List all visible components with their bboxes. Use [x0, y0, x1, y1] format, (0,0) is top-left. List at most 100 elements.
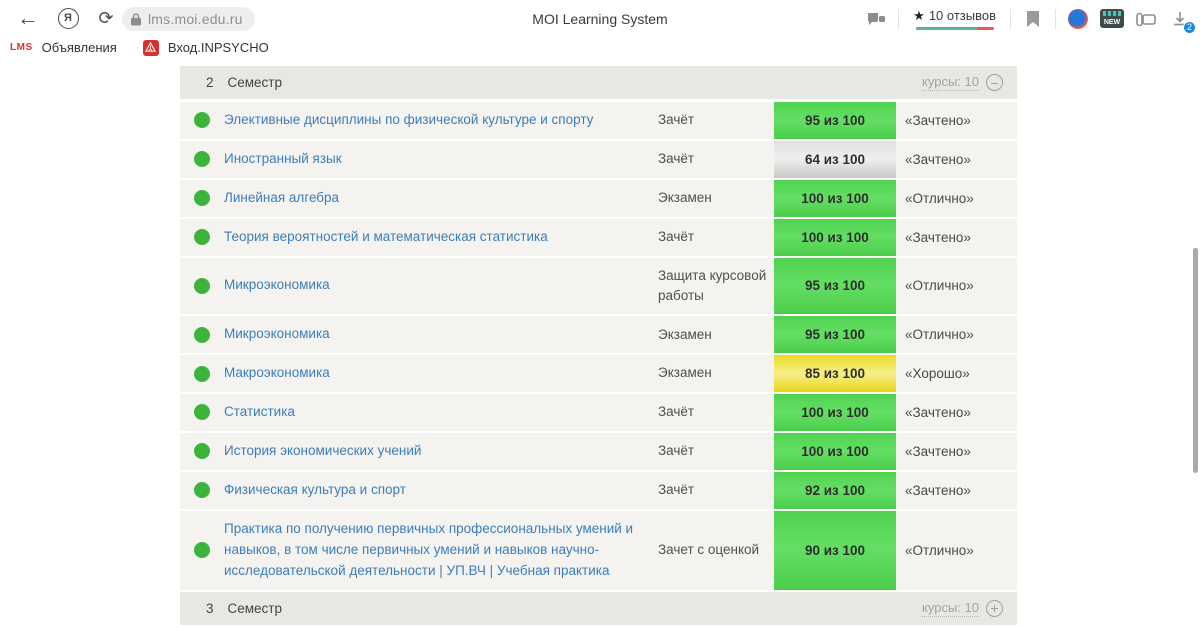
course-grade-row: Элективные дисциплины по физической куль… [180, 102, 1017, 141]
score-badge: 95 из 100 [774, 258, 896, 315]
new-feature-icon[interactable]: NEW [1100, 7, 1124, 31]
score-badge: 85 из 100 [774, 355, 896, 392]
course-cell: Физическая культура и спорт [224, 472, 656, 509]
course-link[interactable]: Статистика [224, 402, 295, 423]
bookmarks-bar: LMS Объявления Вход.INPSYCHO [0, 37, 1200, 58]
course-link[interactable]: Теория вероятностей и математическая ста… [224, 227, 548, 248]
refresh-button[interactable]: ⟳ [92, 4, 120, 32]
score-badge: 95 из 100 [774, 316, 896, 353]
site-rating[interactable]: ★ 10 отзывов [909, 8, 1000, 30]
bookmark-announcements[interactable]: LMS Объявления [10, 40, 117, 55]
status-dot-icon [194, 366, 210, 382]
collapse-semester-icon[interactable]: − [986, 74, 1003, 91]
score-badge: 100 из 100 [774, 219, 896, 256]
divider [898, 9, 899, 29]
extension-browser-icon[interactable] [1066, 7, 1090, 31]
course-cell: Иностранный язык [224, 141, 656, 178]
status-dot-icon [194, 278, 210, 294]
bookmark-label: Объявления [42, 40, 117, 55]
status-dot-icon [194, 151, 210, 167]
rating-label: 10 отзывов [929, 8, 996, 23]
inpsycho-favicon [143, 40, 159, 56]
score-badge: 90 из 100 [774, 511, 896, 590]
extensions-puzzle-icon[interactable] [1134, 7, 1158, 31]
score-badge: 100 из 100 [774, 394, 896, 431]
browser-chrome: ← Я ⟳ lms.moi.edu.ru MOI Learning System [0, 0, 1200, 58]
assessment-type-cell: Зачёт [656, 472, 774, 509]
bookmark-label: Вход.INPSYCHO [168, 40, 269, 55]
lock-icon [130, 12, 142, 26]
status-dot-icon [194, 482, 210, 498]
grade-cell: «Зачтено» [896, 394, 1017, 431]
grade-cell: «Отлично» [896, 258, 1017, 315]
new-icon-label: NEW [1104, 18, 1120, 28]
course-link[interactable]: Иностранный язык [224, 149, 342, 170]
status-cell [180, 316, 224, 353]
status-dot-icon [194, 327, 210, 343]
semester-label: Семестр [228, 601, 283, 616]
semester-table-body: Элективные дисциплины по физической куль… [180, 102, 1017, 592]
url-text: lms.moi.edu.ru [148, 11, 243, 27]
course-cell: Линейная алгебра [224, 180, 656, 217]
status-cell [180, 180, 224, 217]
assessment-type-cell: Зачет с оценкой [656, 511, 774, 590]
address-bar[interactable]: lms.moi.edu.ru [122, 7, 255, 31]
grade-cell: «Зачтено» [896, 141, 1017, 178]
semester-2-header: 2 Семестр курсы: 10 − [180, 66, 1017, 99]
course-link[interactable]: Макроэкономика [224, 363, 330, 384]
status-dot-icon [194, 542, 210, 558]
courses-count-link[interactable]: курсы: 10 [922, 74, 979, 91]
assessment-type-cell: Зачёт [656, 433, 774, 470]
assessment-type-cell: Экзамен [656, 180, 774, 217]
course-link[interactable]: История экономических учений [224, 441, 421, 462]
course-cell: История экономических учений [224, 433, 656, 470]
new-icon-dots [1103, 11, 1121, 16]
course-grade-row: Макроэкономика Экзамен 85 из 100 «Хорошо… [180, 355, 1017, 394]
grade-cell: «Зачтено» [896, 219, 1017, 256]
courses-count-link[interactable]: курсы: 10 [922, 600, 979, 617]
back-button[interactable]: ← [14, 4, 42, 32]
grade-cell: «Зачтено» [896, 102, 1017, 139]
semester-number: 2 [206, 75, 214, 90]
status-dot-icon [194, 443, 210, 459]
expand-semester-icon[interactable]: + [986, 600, 1003, 617]
status-dot-icon [194, 112, 210, 128]
lms-page-content: 2 Семестр курсы: 10 − Элективные дисципл… [0, 58, 1200, 609]
course-link[interactable]: Микроэкономика [224, 275, 330, 296]
course-link[interactable]: Микроэкономика [224, 324, 330, 345]
bookmark-icon[interactable] [1021, 7, 1045, 31]
semester-grades-table: 2 Семестр курсы: 10 − Элективные дисципл… [180, 66, 1017, 628]
grade-cell: «Зачтено» [896, 472, 1017, 509]
yandex-browser-icon[interactable]: Я [54, 4, 82, 32]
colorful-circle-icon [1068, 9, 1088, 29]
divider [1055, 9, 1056, 29]
bookmark-inpsycho[interactable]: Вход.INPSYCHO [143, 40, 269, 56]
course-link[interactable]: Практика по получению первичных професси… [224, 519, 646, 582]
score-badge: 95 из 100 [774, 102, 896, 139]
status-cell [180, 219, 224, 256]
downloads-count-badge: 2 [1183, 21, 1196, 34]
score-badge: 100 из 100 [774, 180, 896, 217]
status-cell [180, 355, 224, 392]
downloads-icon[interactable]: 2 [1168, 7, 1192, 31]
protect-icon[interactable] [864, 7, 888, 31]
status-dot-icon [194, 229, 210, 245]
status-cell [180, 141, 224, 178]
rating-bar [916, 27, 994, 30]
course-link[interactable]: Физическая культура и спорт [224, 480, 406, 501]
lms-favicon: LMS [10, 42, 33, 53]
course-link[interactable]: Линейная алгебра [224, 188, 339, 209]
semester-3-header: 3 Семестр курсы: 10 + [180, 592, 1017, 625]
divider [1010, 9, 1011, 29]
assessment-type-cell: Экзамен [656, 316, 774, 353]
status-cell [180, 394, 224, 431]
course-grade-row: Микроэкономика Экзамен 95 из 100 «Отличн… [180, 316, 1017, 355]
assessment-type-cell: Зачёт [656, 219, 774, 256]
status-cell [180, 511, 224, 590]
status-dot-icon [194, 404, 210, 420]
course-link[interactable]: Элективные дисциплины по физической куль… [224, 110, 593, 131]
semester-number: 3 [206, 601, 214, 616]
score-badge: 92 из 100 [774, 472, 896, 509]
status-dot-icon [194, 190, 210, 206]
vertical-scrollbar-thumb[interactable] [1193, 248, 1198, 473]
